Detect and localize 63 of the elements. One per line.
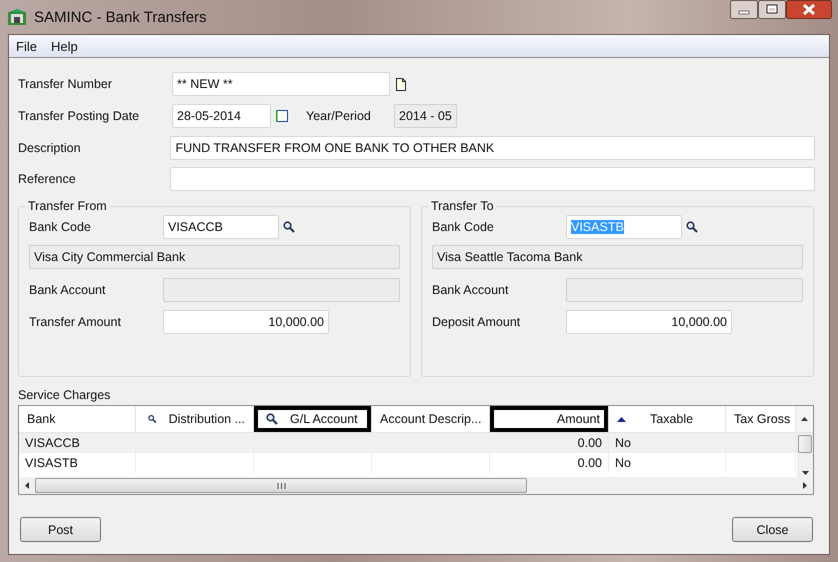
reference-field[interactable] <box>170 167 815 191</box>
bank-name-field: Visa Seattle Tacoma Bank <box>432 245 803 269</box>
scroll-down-icon[interactable] <box>802 471 808 475</box>
search-icon[interactable] <box>283 221 295 233</box>
column-label: G/L Account <box>290 412 358 426</box>
date-field[interactable]: 28-05-2014 <box>172 104 271 128</box>
field-label: Transfer Amount <box>29 315 122 329</box>
column-label: Bank <box>27 412 56 426</box>
calendar-icon[interactable] <box>276 110 288 122</box>
close-button[interactable] <box>786 0 832 19</box>
amount-field[interactable]: 10,000.00 <box>566 310 732 334</box>
description-field[interactable]: FUND TRANSFER FROM ONE BANK TO OTHER BANK <box>170 136 815 160</box>
search-icon[interactable] <box>686 221 698 233</box>
column-header[interactable]: Bank <box>19 406 136 432</box>
transfer-number-field[interactable]: ** NEW ** <box>172 72 390 96</box>
table-cell: 0.00 <box>490 453 609 473</box>
table-cell: No <box>609 453 726 473</box>
field-label: Bank Code <box>29 220 92 234</box>
menu-item[interactable]: File <box>14 38 39 54</box>
column-header[interactable]: Account Descrip... <box>372 406 490 432</box>
column-label: Account Descrip... <box>380 412 482 426</box>
field-label: Transfer Posting Date <box>18 109 140 123</box>
section-title: Service Charges <box>18 388 112 402</box>
bank-name-field: Visa City Commercial Bank <box>29 245 400 269</box>
group-title: Transfer To <box>428 199 497 213</box>
column-header[interactable]: Distribution ... <box>136 406 254 432</box>
column-header[interactable]: G/L Account <box>254 406 372 432</box>
grip-icon <box>276 482 286 488</box>
column-label: Tax Gross <box>734 412 790 426</box>
scroll-left-icon[interactable] <box>25 482 29 489</box>
amount-field[interactable]: 10,000.00 <box>163 310 329 334</box>
close-button[interactable]: Close <box>732 517 813 542</box>
menu-item[interactable]: Help <box>48 38 80 54</box>
minimize-button[interactable] <box>730 0 758 19</box>
maximize-button[interactable] <box>758 0 786 19</box>
table-cell: VISASTB <box>19 453 136 473</box>
column-header[interactable]: Taxable <box>609 406 726 432</box>
field-label: Deposit Amount <box>432 315 522 329</box>
vertical-scrollbar[interactable] <box>797 433 813 477</box>
field-label: Bank Account <box>432 283 510 297</box>
search-icon[interactable] <box>266 413 278 425</box>
field-label: Bank Account <box>29 283 106 297</box>
scroll-up-icon[interactable] <box>801 417 808 421</box>
search-icon[interactable] <box>148 413 157 425</box>
field-label: Year/Period <box>306 109 372 123</box>
column-label: Taxable <box>650 412 694 426</box>
field-label: Transfer Number <box>18 77 114 91</box>
post-button[interactable]: Post <box>20 517 101 542</box>
column-label: Distribution ... <box>168 412 245 426</box>
field-label: Reference <box>18 172 77 186</box>
bank-code-field[interactable]: VISACCB <box>163 215 279 239</box>
column-header[interactable]: Amount <box>490 406 609 432</box>
app-icon <box>8 9 26 25</box>
document-icon[interactable] <box>396 78 406 90</box>
window-title: SAMINC - Bank Transfers <box>34 8 207 26</box>
scroll-right-icon[interactable] <box>803 482 807 489</box>
horizontal-scrollbar[interactable] <box>19 477 813 494</box>
column-label: Amount <box>556 412 600 426</box>
year-period-field: 2014 - 05 <box>394 104 457 128</box>
sort-arrow-icon <box>617 416 626 422</box>
field-label: Bank Code <box>432 220 495 234</box>
group-title: Transfer From <box>25 199 110 213</box>
field-label: Description <box>18 141 82 155</box>
